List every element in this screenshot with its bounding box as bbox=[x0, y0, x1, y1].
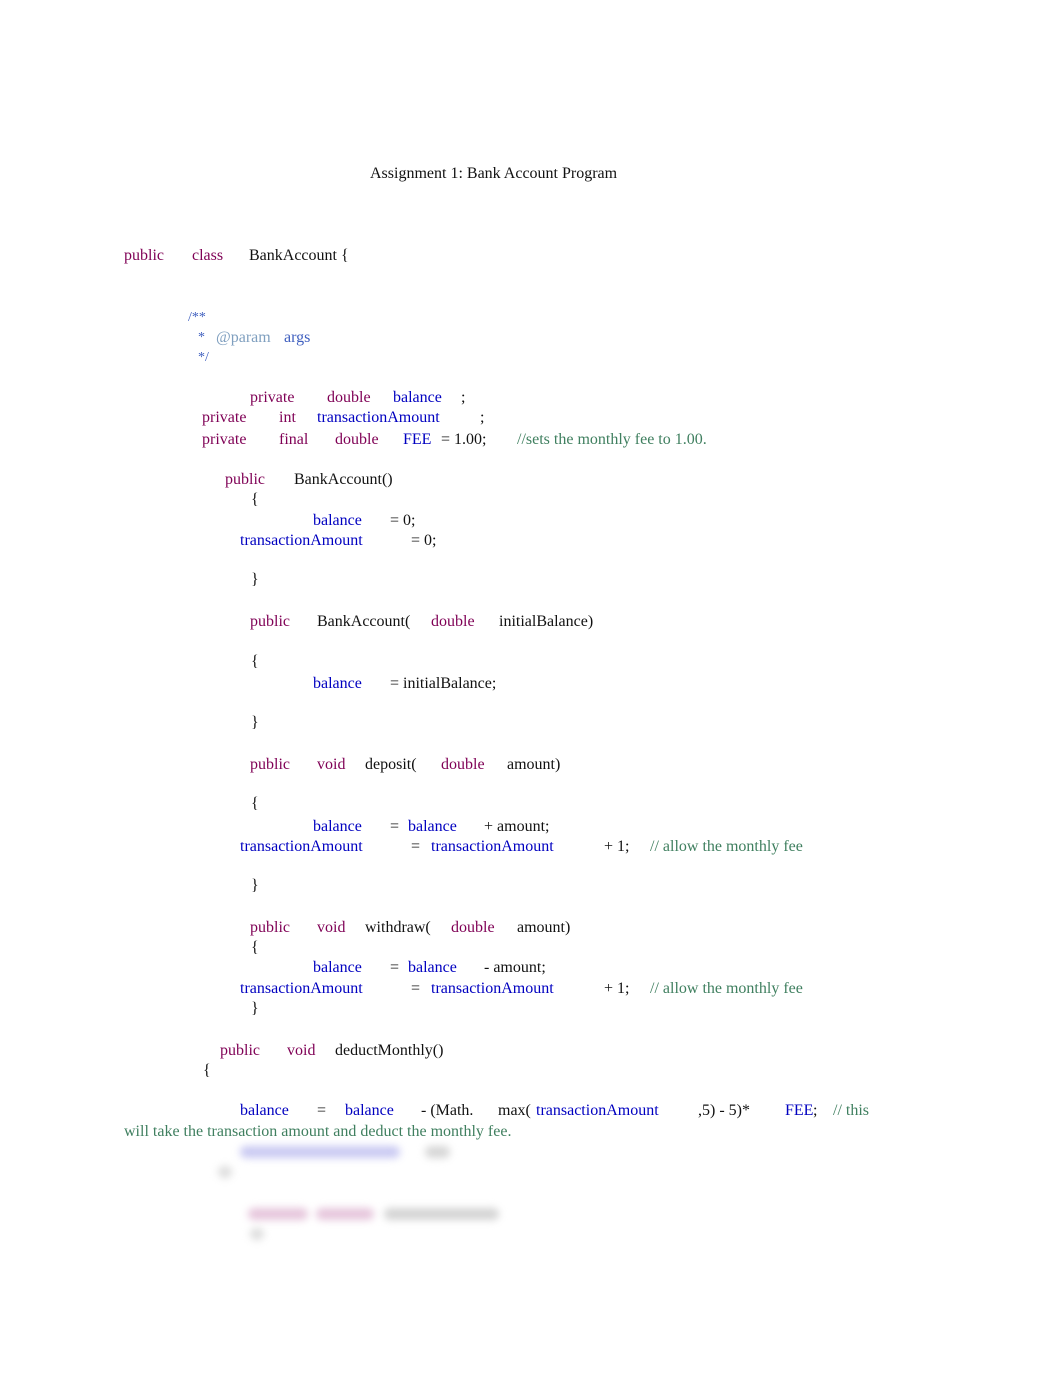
field-ref: transactionAmount bbox=[240, 532, 363, 549]
keyword-public: public bbox=[250, 613, 290, 630]
open-brace: { bbox=[251, 653, 259, 670]
field-ref: transactionAmount bbox=[240, 838, 363, 855]
constructor-signature: BankAccount() bbox=[294, 471, 393, 488]
semicolon: ; bbox=[461, 389, 466, 406]
keyword-public: public bbox=[225, 471, 265, 488]
blurred-line bbox=[425, 1146, 450, 1158]
open-brace: { bbox=[203, 1062, 211, 1079]
type-double: double bbox=[441, 756, 485, 773]
math-call: - (Math. bbox=[421, 1102, 474, 1119]
type-double: double bbox=[335, 431, 379, 448]
field-ref: FEE bbox=[785, 1102, 814, 1119]
document-page: Assignment 1: Bank Account Program publi… bbox=[0, 0, 1062, 1377]
keyword-private: private bbox=[202, 431, 247, 448]
semicolon: ; bbox=[813, 1102, 818, 1119]
equals: = bbox=[317, 1102, 327, 1119]
type-double: double bbox=[327, 389, 371, 406]
close-brace: } bbox=[251, 571, 259, 588]
semicolon: ; bbox=[480, 409, 485, 426]
type-double: double bbox=[431, 613, 475, 630]
document-title: Assignment 1: Bank Account Program bbox=[370, 165, 618, 182]
line-comment: // allow the monthly fee bbox=[650, 838, 803, 855]
assignment: = initialBalance; bbox=[390, 675, 497, 692]
parameter-name: initialBalance) bbox=[499, 613, 594, 630]
close-brace: } bbox=[251, 714, 259, 731]
class-name: BankAccount { bbox=[249, 247, 349, 264]
keyword-private: private bbox=[250, 389, 295, 406]
keyword-void: void bbox=[317, 756, 346, 773]
keyword-public: public bbox=[250, 756, 290, 773]
javadoc-star: * bbox=[198, 330, 205, 345]
blurred-line bbox=[218, 1166, 232, 1178]
equals: = bbox=[411, 838, 421, 855]
equals: = bbox=[390, 959, 400, 976]
field-ref: balance bbox=[408, 818, 457, 835]
field-ref: balance bbox=[313, 959, 362, 976]
expression-rest: ,5) - 5)* bbox=[698, 1102, 750, 1119]
javadoc-param-name: args bbox=[284, 329, 311, 346]
keyword-final: final bbox=[279, 431, 309, 448]
field-name: transactionAmount bbox=[317, 409, 440, 426]
constructor-signature: BankAccount( bbox=[317, 613, 411, 630]
keyword-public: public bbox=[220, 1042, 260, 1059]
expression-rest: + 1; bbox=[604, 838, 630, 855]
open-brace: { bbox=[251, 939, 259, 956]
initializer: = 1.00; bbox=[441, 431, 487, 448]
blurred-line bbox=[384, 1208, 499, 1220]
assignment: = 0; bbox=[390, 512, 416, 529]
field-ref: balance bbox=[408, 959, 457, 976]
javadoc-param-tag: @param bbox=[216, 329, 271, 346]
field-ref: balance bbox=[313, 675, 362, 692]
field-ref: balance bbox=[345, 1102, 394, 1119]
keyword-public: public bbox=[124, 247, 164, 264]
field-ref: balance bbox=[313, 818, 362, 835]
equals: = bbox=[390, 818, 400, 835]
javadoc-close: */ bbox=[198, 350, 209, 365]
parameter-name: amount) bbox=[517, 919, 571, 936]
line-comment-continued: will take the transaction amount and ded… bbox=[124, 1123, 512, 1140]
keyword-private: private bbox=[202, 409, 247, 426]
blurred-line bbox=[250, 1228, 264, 1240]
method-name: deductMonthly() bbox=[335, 1042, 444, 1059]
blurred-line bbox=[316, 1208, 374, 1220]
type-int: int bbox=[279, 409, 296, 426]
field-ref: transactionAmount bbox=[431, 838, 554, 855]
open-brace: { bbox=[251, 491, 259, 508]
field-ref: balance bbox=[240, 1102, 289, 1119]
keyword-public: public bbox=[250, 919, 290, 936]
field-ref: balance bbox=[313, 512, 362, 529]
close-brace: } bbox=[251, 877, 259, 894]
equals: = bbox=[411, 980, 421, 997]
field-ref: transactionAmount bbox=[431, 980, 554, 997]
field-name: FEE bbox=[403, 431, 432, 448]
keyword-class: class bbox=[192, 247, 224, 264]
line-comment: // allow the monthly fee bbox=[650, 980, 803, 997]
close-brace: } bbox=[251, 1000, 259, 1017]
line-comment: // this bbox=[833, 1102, 870, 1119]
method-name: withdraw( bbox=[365, 919, 431, 936]
field-ref: transactionAmount bbox=[240, 980, 363, 997]
javadoc-open: /** bbox=[188, 310, 206, 325]
type-double: double bbox=[451, 919, 495, 936]
expression-rest: + amount; bbox=[484, 818, 550, 835]
field-name: balance bbox=[393, 389, 442, 406]
method-name: deposit( bbox=[365, 756, 417, 773]
blurred-line bbox=[248, 1208, 308, 1220]
field-ref: transactionAmount bbox=[536, 1102, 659, 1119]
max-call: max( bbox=[498, 1102, 531, 1119]
expression-rest: - amount; bbox=[484, 959, 546, 976]
keyword-void: void bbox=[317, 919, 346, 936]
parameter-name: amount) bbox=[507, 756, 561, 773]
open-brace: { bbox=[251, 795, 259, 812]
assignment: = 0; bbox=[411, 532, 437, 549]
expression-rest: + 1; bbox=[604, 980, 630, 997]
line-comment: //sets the monthly fee to 1.00. bbox=[517, 431, 707, 448]
blurred-line bbox=[240, 1146, 400, 1158]
keyword-void: void bbox=[287, 1042, 316, 1059]
